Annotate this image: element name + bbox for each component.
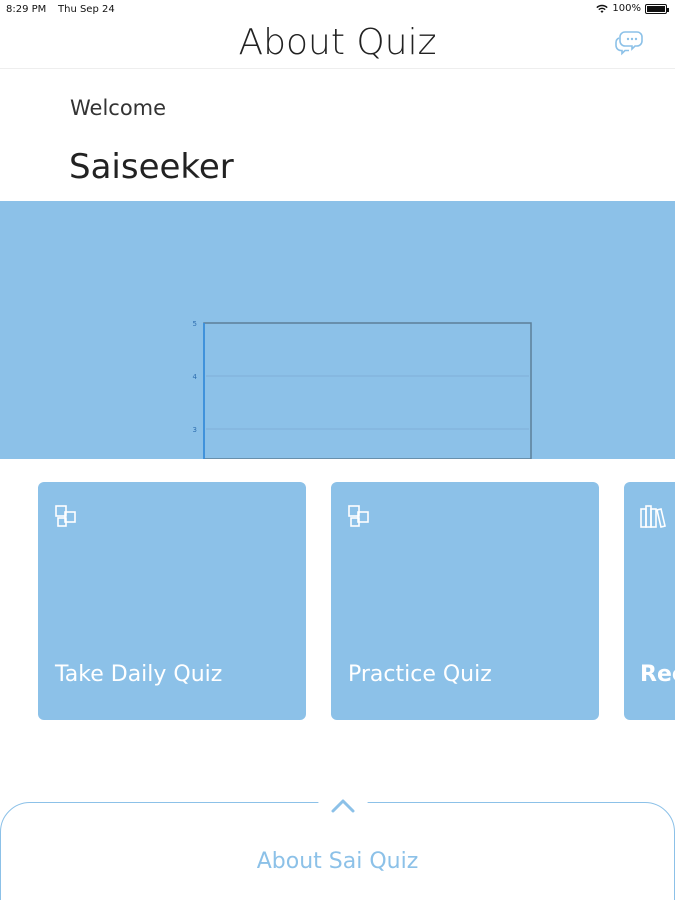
chevron-up-icon[interactable] <box>330 798 356 814</box>
username: Saiseeker <box>69 147 234 187</box>
battery-level <box>647 5 665 12</box>
quiz-cards: Take Daily Quiz Practice Quiz Rec <box>0 482 675 722</box>
take-daily-quiz-card[interactable]: Take Daily Quiz <box>38 482 306 720</box>
battery-percent: 100% <box>612 3 641 14</box>
chart-y-tick-label: 4 <box>193 373 198 381</box>
card-label: Take Daily Quiz <box>55 662 223 687</box>
status-bar: 8:29 PM Thu Sep 24 100% <box>0 0 675 20</box>
practice-quiz-card[interactable]: Practice Quiz <box>331 482 599 720</box>
quiz-tiles-icon <box>348 505 369 527</box>
score-chart: 5 4 3 <box>193 320 532 459</box>
books-icon <box>640 505 666 528</box>
status-time: 8:29 PM <box>6 4 47 15</box>
chart-plot-frame <box>203 322 532 459</box>
quiz-tiles-icon <box>55 505 76 527</box>
status-date: Thu Sep 24 <box>58 4 115 15</box>
wifi-icon <box>596 4 609 13</box>
about-sai-quiz-label[interactable]: About Sai Quiz <box>0 849 675 874</box>
chart-band: 5 4 3 <box>0 201 675 459</box>
status-indicators: 100% <box>596 3 669 14</box>
battery-icon <box>645 3 669 14</box>
chart-y-tick-label: 3 <box>193 426 197 434</box>
page-title: About Quiz <box>238 22 437 63</box>
nav-bar: About Quiz <box>0 20 675 69</box>
chart-y-tick-label: 5 <box>193 320 197 328</box>
welcome-label: Welcome <box>70 96 167 120</box>
rec-card[interactable]: Rec <box>624 482 675 720</box>
chat-bubbles-icon[interactable] <box>613 28 645 56</box>
card-label: Rec <box>640 662 675 687</box>
card-label: Practice Quiz <box>348 662 492 687</box>
